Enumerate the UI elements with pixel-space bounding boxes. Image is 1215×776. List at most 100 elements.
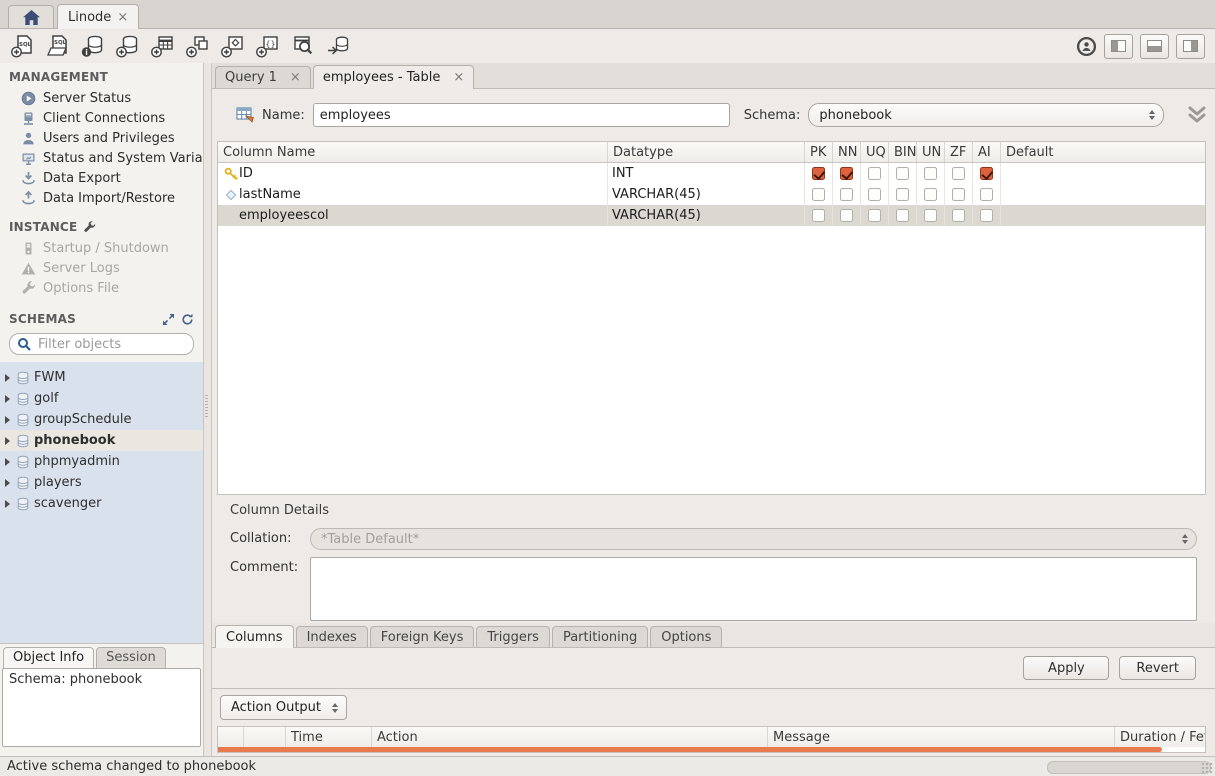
schema-select[interactable]: phonebook: [808, 103, 1164, 127]
bin-checkbox[interactable]: [896, 209, 909, 222]
horizontal-scrollbar[interactable]: [218, 747, 1162, 752]
sidebar-item-data-export[interactable]: Data Export: [0, 168, 203, 188]
column-name-cell[interactable]: employeescol: [218, 205, 608, 226]
sidebar-item-data-import-restore[interactable]: Data Import/Restore: [0, 188, 203, 208]
uq-checkbox[interactable]: [868, 209, 881, 222]
datatype-cell[interactable]: VARCHAR(45): [608, 184, 805, 205]
editor-tab-query-1[interactable]: Query 1×: [215, 66, 311, 88]
tab-object-info[interactable]: Object Info: [3, 647, 94, 668]
grid-column-header-ai[interactable]: AI: [973, 142, 1001, 162]
datatype-cell[interactable]: INT: [608, 163, 805, 184]
flag-cell-un[interactable]: [917, 184, 945, 205]
sub-tab-indexes[interactable]: Indexes: [296, 626, 368, 647]
flag-cell-ai[interactable]: [973, 163, 1001, 184]
default-cell[interactable]: [1001, 205, 1205, 226]
editor-tab-employees-table[interactable]: employees - Table×: [313, 65, 474, 89]
grid-column-header-un[interactable]: UN: [917, 142, 945, 162]
home-tab[interactable]: [8, 5, 54, 28]
status-scrollbar[interactable]: [1047, 761, 1211, 774]
flag-cell-nn[interactable]: [833, 184, 861, 205]
grid-column-header-default[interactable]: Default: [1001, 142, 1205, 162]
column-name-cell[interactable]: ID: [218, 163, 608, 184]
nn-checkbox[interactable]: [840, 188, 853, 201]
column-row-id[interactable]: IDINT: [218, 163, 1205, 184]
tab-session[interactable]: Session: [96, 647, 166, 668]
grid-column-header-uq[interactable]: UQ: [861, 142, 889, 162]
expand-panel-icon[interactable]: [162, 313, 175, 326]
flag-cell-nn[interactable]: [833, 205, 861, 226]
flag-cell-un[interactable]: [917, 163, 945, 184]
zf-checkbox[interactable]: [952, 188, 965, 201]
uq-checkbox[interactable]: [868, 167, 881, 180]
ai-checkbox[interactable]: [980, 209, 993, 222]
close-icon[interactable]: ×: [117, 11, 128, 24]
un-checkbox[interactable]: [924, 209, 937, 222]
flag-cell-uq[interactable]: [861, 205, 889, 226]
flag-cell-zf[interactable]: [945, 163, 973, 184]
sub-tab-columns[interactable]: Columns: [215, 625, 294, 648]
pk-checkbox[interactable]: [812, 188, 825, 201]
create-view-button[interactable]: [185, 33, 212, 60]
sidebar-item-options-file[interactable]: Options File: [0, 278, 203, 298]
zf-checkbox[interactable]: [952, 209, 965, 222]
toggle-bottom-panel-button[interactable]: [1140, 34, 1169, 59]
column-row-lastname[interactable]: lastNameVARCHAR(45): [218, 184, 1205, 205]
flag-cell-bin[interactable]: [889, 163, 917, 184]
expander-icon[interactable]: [5, 479, 10, 487]
sidebar-item-status-and-system-variables[interactable]: Status and System Variables: [0, 148, 203, 168]
schema-item-fwm[interactable]: FWM: [0, 367, 203, 388]
flag-cell-bin[interactable]: [889, 205, 917, 226]
pk-checkbox[interactable]: [812, 167, 825, 180]
schema-inspector-button[interactable]: i: [80, 33, 107, 60]
toggle-left-panel-button[interactable]: [1104, 34, 1133, 59]
comment-textarea[interactable]: [310, 557, 1197, 621]
expander-icon[interactable]: [5, 458, 10, 466]
default-cell[interactable]: [1001, 163, 1205, 184]
expander-icon[interactable]: [5, 437, 10, 445]
schema-item-phonebook[interactable]: phonebook: [0, 430, 203, 451]
flag-cell-pk[interactable]: [805, 184, 833, 205]
sidebar-item-server-logs[interactable]: Server Logs: [0, 258, 203, 278]
columns-grid-empty-area[interactable]: [218, 226, 1205, 494]
schema-item-phpmyadmin[interactable]: phpmyadmin: [0, 451, 203, 472]
schema-item-golf[interactable]: golf: [0, 388, 203, 409]
create-table-button[interactable]: [150, 33, 177, 60]
schema-filter-input[interactable]: [36, 336, 203, 353]
grid-column-header-zf[interactable]: ZF: [945, 142, 973, 162]
grid-column-header-column-name[interactable]: Column Name: [218, 142, 608, 162]
flag-cell-nn[interactable]: [833, 163, 861, 184]
flag-cell-uq[interactable]: [861, 163, 889, 184]
open-sql-script-button[interactable]: SQL: [45, 33, 72, 60]
sidebar-item-server-status[interactable]: Server Status: [0, 88, 203, 108]
bin-checkbox[interactable]: [896, 188, 909, 201]
sidebar-item-startup-shutdown[interactable]: Startup / Shutdown: [0, 238, 203, 258]
sub-tab-options[interactable]: Options: [650, 626, 722, 647]
flag-cell-pk[interactable]: [805, 205, 833, 226]
flag-cell-un[interactable]: [917, 205, 945, 226]
uq-checkbox[interactable]: [868, 188, 881, 201]
un-checkbox[interactable]: [924, 188, 937, 201]
output-selector[interactable]: Action Output: [220, 695, 347, 720]
flag-cell-ai[interactable]: [973, 205, 1001, 226]
reconnect-dbms-button[interactable]: [325, 33, 352, 60]
flag-cell-uq[interactable]: [861, 184, 889, 205]
new-sql-tab-button[interactable]: SQL: [10, 33, 37, 60]
nn-checkbox[interactable]: [840, 167, 853, 180]
un-checkbox[interactable]: [924, 167, 937, 180]
connection-tab[interactable]: Linode ×: [57, 4, 139, 29]
create-schema-button[interactable]: [115, 33, 142, 60]
datatype-cell[interactable]: VARCHAR(45): [608, 205, 805, 226]
flag-cell-pk[interactable]: [805, 163, 833, 184]
zf-checkbox[interactable]: [952, 167, 965, 180]
grid-column-header-nn[interactable]: NN: [833, 142, 861, 162]
schema-item-players[interactable]: players: [0, 472, 203, 493]
column-row-employeescol[interactable]: employeescolVARCHAR(45): [218, 205, 1205, 226]
close-icon[interactable]: ×: [453, 71, 464, 84]
toggle-right-panel-button[interactable]: [1176, 34, 1205, 59]
flag-cell-bin[interactable]: [889, 184, 917, 205]
grid-column-header-bin[interactable]: BIN: [889, 142, 917, 162]
close-icon[interactable]: ×: [290, 71, 301, 84]
flag-cell-ai[interactable]: [973, 184, 1001, 205]
revert-button[interactable]: Revert: [1119, 656, 1196, 680]
grid-column-header-pk[interactable]: PK: [805, 142, 833, 162]
